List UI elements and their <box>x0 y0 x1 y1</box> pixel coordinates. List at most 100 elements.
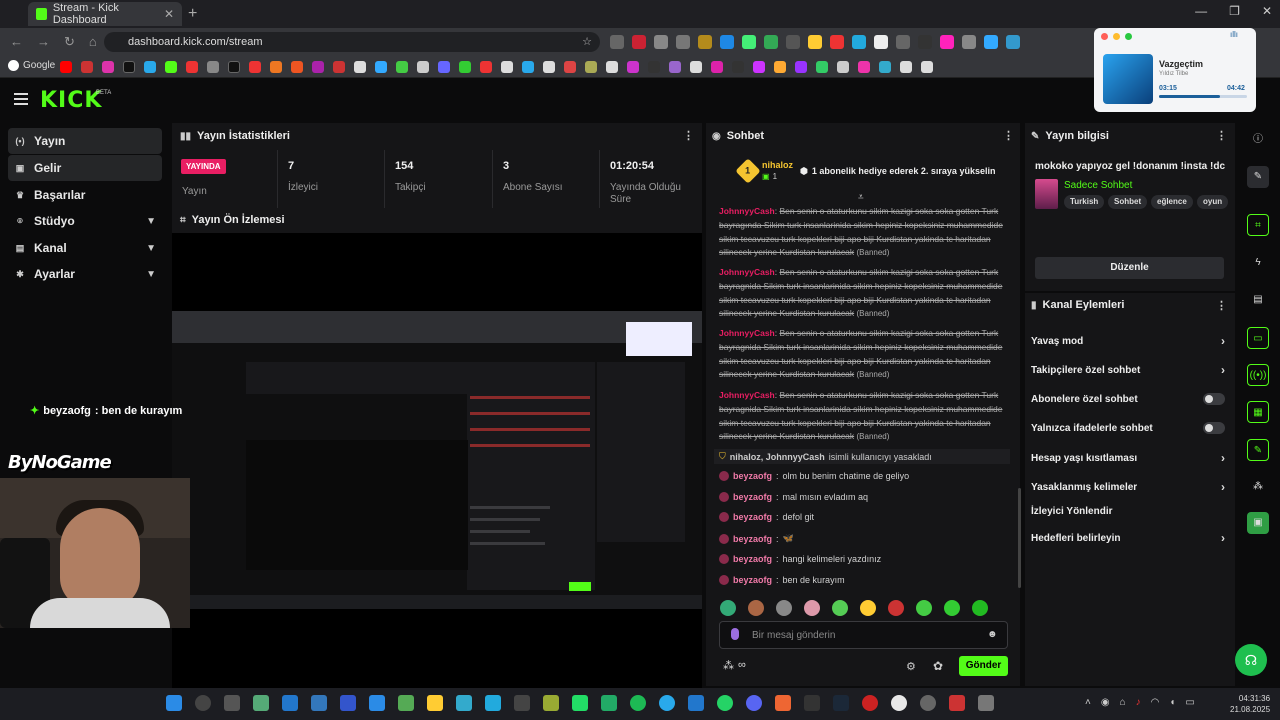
screen-capture-icon[interactable]: ⌗ <box>1247 214 1269 236</box>
bookmark-icon[interactable] <box>522 61 534 73</box>
tag[interactable]: Turkish <box>1064 195 1105 209</box>
bookmark-icon[interactable] <box>207 61 219 73</box>
extension-icon[interactable] <box>720 35 734 49</box>
followers-only-chat[interactable]: Takipçilere özel sohbet › <box>1031 363 1225 377</box>
subscribers-only-toggle[interactable] <box>1203 393 1225 405</box>
slow-mode[interactable]: Yavaş mod › <box>1031 334 1225 348</box>
banned-words[interactable]: Yasaklanmış kelimeler › <box>1031 480 1225 494</box>
bookmark-icon[interactable] <box>627 61 639 73</box>
emotes-only-toggle[interactable] <box>1203 422 1225 434</box>
instagram-icon[interactable] <box>102 61 114 73</box>
bookmark-icon[interactable] <box>354 61 366 73</box>
home-icon[interactable]: ⌂ <box>89 34 97 50</box>
extension-icon[interactable] <box>764 35 778 49</box>
close-tab-icon[interactable]: ✕ <box>164 7 174 21</box>
stats-menu-icon[interactable]: ⋮ <box>683 129 694 142</box>
close-window-icon[interactable]: ✕ <box>1262 4 1272 18</box>
bookmark-google[interactable]: Google <box>8 60 55 71</box>
extension-icon[interactable] <box>632 35 646 49</box>
kick-icon[interactable] <box>165 61 177 73</box>
extension-icon[interactable] <box>896 35 910 49</box>
nvidia-icon[interactable] <box>572 695 588 711</box>
extension-icon[interactable] <box>830 35 844 49</box>
host-viewers[interactable]: İzleyici Yönlendir <box>1031 506 1225 517</box>
bookmark-icon[interactable] <box>480 61 492 73</box>
extension-icon[interactable] <box>610 35 624 49</box>
maximize-icon[interactable]: ❐ <box>1229 4 1240 18</box>
extension-icon[interactable] <box>654 35 668 49</box>
bookmark-icon[interactable] <box>837 61 849 73</box>
extension-icon[interactable] <box>1006 35 1020 49</box>
app-icon[interactable] <box>688 695 704 711</box>
scroll-down-icon[interactable]: ⩡ <box>858 192 864 203</box>
bookmark-icon[interactable] <box>795 61 807 73</box>
tag[interactable]: Sohbet <box>1108 195 1148 209</box>
windows-start-icon[interactable] <box>166 695 182 711</box>
bookmark-icon[interactable] <box>774 61 786 73</box>
extension-icon[interactable] <box>808 35 822 49</box>
bookmark-icon[interactable] <box>543 61 555 73</box>
stream-info-menu-icon[interactable]: ⋮ <box>1216 129 1227 142</box>
extension-icon[interactable] <box>918 35 932 49</box>
bookmark-icon[interactable] <box>921 61 933 73</box>
bolt-icon[interactable]: ϟ <box>1247 252 1269 274</box>
channel-actions-menu-icon[interactable]: ⋮ <box>1216 299 1227 312</box>
chat-bubble-icon[interactable]: ▭ <box>1247 327 1269 349</box>
forward-icon[interactable]: → <box>37 34 50 50</box>
bookmark-star-icon[interactable]: ☆ <box>582 35 592 48</box>
app-icon[interactable] <box>920 695 936 711</box>
emoji-icon[interactable]: ☻ <box>987 629 998 640</box>
browser-tab[interactable]: Stream - Kick Dashboard ✕ <box>28 2 182 26</box>
set-goals[interactable]: Hedefleri belirleyin › <box>1031 531 1225 545</box>
app-icon[interactable] <box>456 695 472 711</box>
extension-icon[interactable] <box>698 35 712 49</box>
extension-icon[interactable] <box>962 35 976 49</box>
security-icon[interactable] <box>282 695 298 711</box>
document-icon[interactable]: ▤ <box>1247 289 1269 311</box>
sidebar-item-kanal[interactable]: ▤ Kanal ▼ <box>8 235 162 261</box>
sidebar-item-studyo[interactable]: ⌾ Stüdyo ▼ <box>8 208 162 234</box>
bookmark-icon[interactable] <box>81 61 93 73</box>
game-icon[interactable]: ▣ <box>1247 512 1269 534</box>
microphone-icon[interactable]: ♪ <box>1136 697 1141 708</box>
bookmark-icon[interactable] <box>816 61 828 73</box>
wifi-icon[interactable]: ◠ <box>1151 697 1160 708</box>
sidebar-item-ayarlar[interactable]: ✱ Ayarlar ▼ <box>8 261 162 287</box>
emote-icon[interactable] <box>804 600 820 616</box>
emote-icon[interactable] <box>916 600 932 616</box>
volume-icon[interactable]: ◖ <box>1169 697 1175 708</box>
tray-icon[interactable]: ⌂ <box>1120 697 1126 708</box>
edit-icon[interactable]: ✎ <box>1247 166 1269 188</box>
edge-icon[interactable] <box>601 695 617 711</box>
kick-logo[interactable]: KICK <box>40 88 102 113</box>
app-icon[interactable] <box>775 695 791 711</box>
bookmark-icon[interactable] <box>879 61 891 73</box>
minimize-icon[interactable]: — <box>1195 4 1207 18</box>
bookmark-icon[interactable] <box>669 61 681 73</box>
app-icon[interactable] <box>369 695 385 711</box>
bookmark-icon[interactable] <box>333 61 345 73</box>
app-icon[interactable] <box>340 695 356 711</box>
extension-icon[interactable] <box>852 35 866 49</box>
chat-message-input[interactable]: Bir mesaj gönderin <box>719 621 1008 649</box>
emote-icon[interactable] <box>776 600 792 616</box>
youtube-icon[interactable] <box>60 61 72 73</box>
opera-icon[interactable] <box>862 695 878 711</box>
app-icon[interactable] <box>543 695 559 711</box>
emote-icon[interactable] <box>832 600 848 616</box>
extension-icon[interactable] <box>676 35 690 49</box>
bookmark-icon[interactable] <box>501 61 513 73</box>
emote-icon[interactable] <box>944 600 960 616</box>
new-tab-button[interactable]: + <box>188 5 197 23</box>
emote-icon[interactable] <box>720 600 736 616</box>
steam-icon[interactable] <box>833 695 849 711</box>
minimize-dot-icon[interactable] <box>1113 33 1120 40</box>
bookmark-icon[interactable] <box>564 61 576 73</box>
emote-icon[interactable] <box>860 600 876 616</box>
chat-menu-icon[interactable]: ⋮ <box>1003 129 1014 142</box>
discord-icon[interactable] <box>746 695 762 711</box>
back-icon[interactable]: ← <box>10 34 23 50</box>
chat-scrollbar[interactable] <box>1018 488 1021 588</box>
tray-icon[interactable]: ◉ <box>1101 697 1110 708</box>
xbox-icon[interactable] <box>398 695 414 711</box>
